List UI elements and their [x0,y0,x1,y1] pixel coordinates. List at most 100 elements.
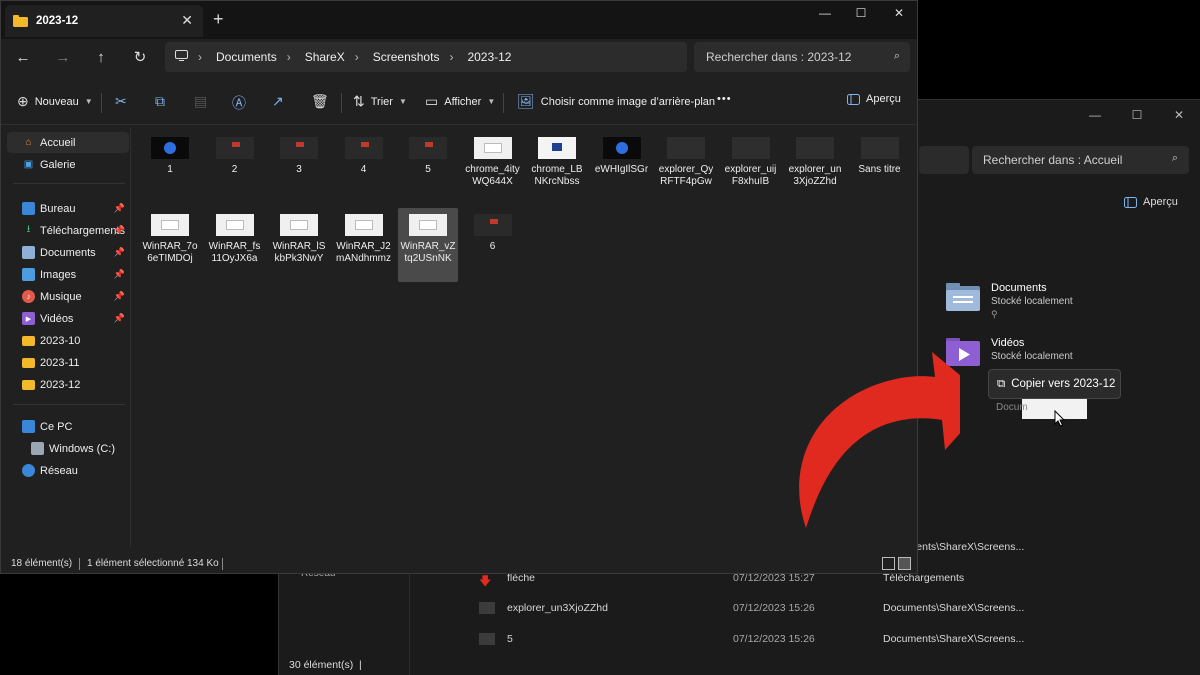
sidebar-item-documents[interactable]: Documents 📌 [7,242,129,263]
sidebar-item-gallery[interactable]: ▣ Galerie [7,154,129,175]
sidebar-item-desktop[interactable]: Bureau 📌 [7,198,129,219]
file-tile[interactable]: explorer_un3XjoZZhd [785,131,845,188]
image-file-icon [479,602,495,614]
file-tile[interactable]: chrome_LBNKrcNbss [527,131,587,188]
search-input[interactable]: Rechercher dans : 2023-12 ⌕ [694,42,910,72]
pin-icon: 📌 [113,313,125,323]
file-tile[interactable]: WinRAR_lSkbPk3NwY [269,208,329,265]
paste-button[interactable]: ▤ [194,93,207,110]
file-tile[interactable]: 5 [398,131,458,176]
file-tile[interactable]: explorer_uijF8xhuIB [721,131,781,188]
maximize-icon[interactable]: ☐ [841,1,881,25]
view-button[interactable]: ▭ Afficher ▼ [425,93,495,110]
copy-icon: ⧉ [155,93,165,109]
file-tile[interactable]: WinRAR_J2mANdhmmz [334,208,394,265]
quick-access-documents[interactable]: Documents Stocké localement ⚲ [945,282,1073,320]
file-tile[interactable]: WinRAR_vZtq2USnNK [398,208,458,282]
up-arrow-icon[interactable]: ↑ [89,45,113,69]
quick-access-videos[interactable]: Vidéos Stocké localement [945,337,1073,367]
file-tile[interactable]: explorer_QyRFTF4pGw [656,131,716,188]
sidebar-item-folder-2023-12[interactable]: 2023-12 [7,374,129,395]
sidebar-item-network[interactable]: Réseau [7,460,129,481]
share-button[interactable]: ↗ [272,93,284,110]
preview-button[interactable]: Aperçu [847,93,901,105]
new-button[interactable]: ⊕ Nouveau ▼ [17,93,93,110]
share-icon: ↗ [272,93,284,109]
rename-button[interactable]: Ⓐ [232,93,246,113]
file-tile[interactable]: Sans titre [850,131,910,176]
breadcrumb-sharex[interactable]: ShareX [305,50,345,64]
toolbar-divider [101,93,102,113]
more-icon: ••• [717,93,732,105]
file-tile[interactable]: chrome_4ityWQ644X [463,131,523,188]
desktop-icon [22,202,35,215]
sort-button[interactable]: ⇅ Trier ▼ [353,93,407,110]
close-icon[interactable]: ✕ [1158,100,1200,130]
file-tile[interactable]: eWHIgIlSGr [592,131,652,176]
sidebar-label: 2023-10 [40,334,81,347]
breadcrumb-screenshots[interactable]: Screenshots [373,50,440,64]
sidebar-label: Réseau [40,464,78,477]
thumbnail-detail [225,220,244,230]
address-bar[interactable]: › Documents › ShareX › Screenshots › 202… [165,42,687,72]
set-wallpaper-button[interactable]: 🖼 Choisir comme image d’arrière-plan [517,93,715,110]
chevron-right-icon: › [354,50,359,64]
forward-arrow-icon[interactable]: → [51,45,75,69]
image-thumbnail [344,137,383,159]
breadcrumb-2023-12[interactable]: 2023-12 [467,50,511,64]
file-tile[interactable]: 6 [463,208,523,253]
sidebar-item-images[interactable]: Images 📌 [7,264,129,285]
pin-icon: 📌 [113,247,125,257]
sidebar-item-folder-2023-10[interactable]: 2023-10 [7,330,129,351]
sidebar-item-folder-2023-11[interactable]: 2023-11 [7,352,129,373]
cut-button[interactable]: ✂ [115,93,127,110]
sidebar-item-drive-c[interactable]: Windows (C:) [7,438,129,459]
breadcrumb-documents[interactable]: Documents [216,50,277,64]
search-icon: ⌕ [893,50,900,62]
file-tile[interactable]: WinRAR_7o6eTIMDOj [140,208,200,265]
copy-button[interactable]: ⧉ [155,93,165,110]
image-thumbnail [215,137,254,159]
image-thumbnail [796,137,834,159]
recent-row[interactable]: 5 07/12/2023 15:26 Documents\ShareX\Screen… [479,629,1199,649]
thumbnail-detail [164,142,176,154]
file-name: eWHIgIlSGr [594,164,649,175]
recent-name: explorer_un3XjoZZhd [507,602,608,614]
minimize-icon[interactable]: — [1074,100,1116,130]
tiles-view-icon[interactable] [898,557,911,570]
delete-button[interactable]: 🗑 [311,93,329,110]
sidebar-item-downloads[interactable]: ⭳ Téléchargements 📌 [7,220,129,241]
sidebar-item-home[interactable]: ⌂ Accueil [7,132,129,153]
sidebar-item-music[interactable]: ♪ Musique 📌 [7,286,129,307]
pin-icon: ⚲ [991,309,998,319]
details-view-icon[interactable] [882,557,895,570]
card-subtitle: Stocké localement [991,351,1073,362]
file-tile[interactable]: WinRAR_fs11OyJX6a [205,208,265,265]
back-preview-button[interactable]: Aperçu [1124,196,1178,208]
close-tab-icon[interactable]: ✕ [181,12,193,29]
sidebar-item-this-pc[interactable]: Ce PC [7,416,129,437]
refresh-icon[interactable]: ↻ [128,45,152,69]
back-arrow-icon[interactable]: ← [11,45,35,69]
monitor-icon [175,50,188,64]
file-tile[interactable]: 2 [205,131,265,176]
file-tile[interactable]: 1 [140,131,200,176]
status-selected: 1 élément sélectionné [87,558,185,569]
back-address-bar[interactable] [919,146,969,174]
tab-2023-12[interactable]: 2023-12 ✕ [5,5,203,37]
more-options-button[interactable]: ••• [717,93,732,105]
recent-row[interactable]: explorer_un3XjoZZhd 07/12/2023 15:26 Docum… [479,598,1199,618]
close-window-icon[interactable]: ✕ [879,1,919,25]
maximize-icon[interactable]: ☐ [1116,100,1158,130]
back-search-input[interactable]: Rechercher dans : Accueil ⌕ [972,146,1189,174]
minimize-icon[interactable]: — [805,1,845,25]
sidebar-item-videos[interactable]: ▶ Vidéos 📌 [7,308,129,329]
file-tile[interactable]: 4 [334,131,394,176]
file-tile[interactable]: 3 [269,131,329,176]
new-tab-button[interactable]: + [213,9,224,30]
thumbnail-detail [231,142,240,147]
sidebar-label: Documents [40,246,96,259]
sidebar-label: Vidéos [40,312,74,325]
thumbnail-detail [483,143,502,153]
navigation-bar: ← → ↑ ↻ › Documents › ShareX › Screensho… [1,39,917,75]
